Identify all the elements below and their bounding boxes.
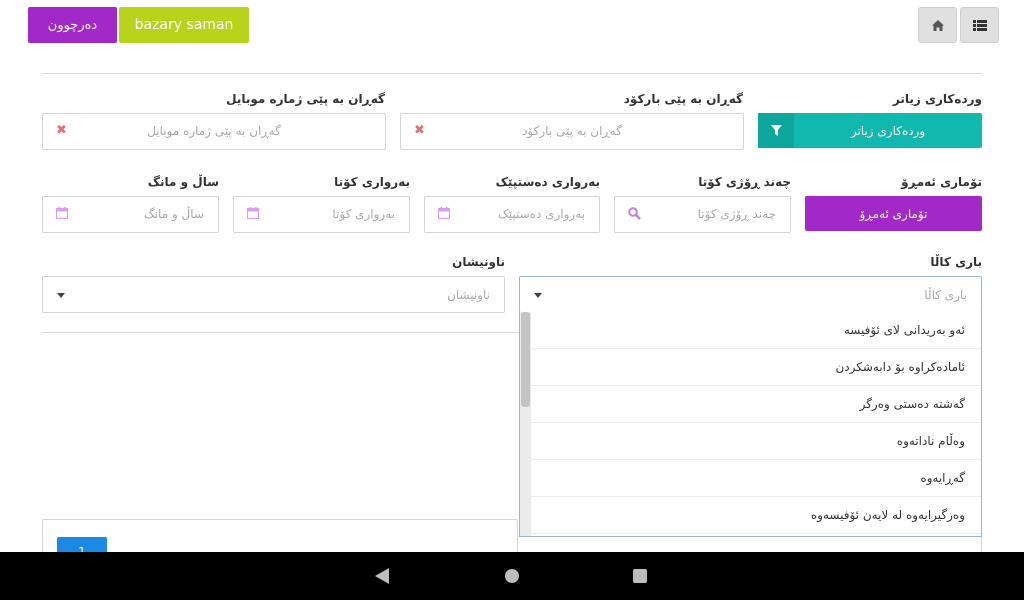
end-date-label: بەرواری کۆتا bbox=[334, 175, 410, 189]
list-icon bbox=[972, 19, 987, 31]
year-month-label: ساڵ و مانگ bbox=[147, 175, 219, 189]
logout-button[interactable]: دەرچوون bbox=[28, 7, 117, 43]
end-date-placeholder: بەرواری کۆتا bbox=[332, 207, 395, 221]
address-placeholder: ناونیشان bbox=[447, 288, 490, 302]
dropdown-option[interactable]: وەرگیرایەوە لە لایەن ئۆفیسەوە bbox=[531, 497, 981, 534]
year-month-input[interactable]: ساڵ و مانگ bbox=[42, 196, 219, 233]
brand-button[interactable]: bazary saman bbox=[119, 7, 249, 43]
page: دەرچوون bazary saman وردەکاری زیاتر گەڕا… bbox=[0, 0, 1024, 552]
divider bbox=[42, 73, 982, 74]
chevron-down-icon bbox=[57, 293, 65, 298]
end-date-input[interactable]: بەرواری کۆتا bbox=[233, 196, 410, 233]
mobile-search-label: گەڕان بە پێی ژمارە موبایل bbox=[226, 92, 385, 106]
mobile-search-input[interactable]: ✖ گەڕان بە پێی ژمارە موبایل bbox=[42, 113, 386, 150]
scrollbar-thumb[interactable] bbox=[521, 312, 530, 407]
start-date-input[interactable]: بەرواری دەستپێک bbox=[424, 196, 600, 233]
last-days-label: چەند ڕۆژی کۆتا bbox=[698, 175, 791, 189]
last-days-input[interactable]: چەند ڕۆژی کۆتا bbox=[614, 196, 791, 233]
chevron-down-icon bbox=[534, 293, 542, 298]
calendar-icon bbox=[55, 207, 69, 223]
scrollbar-track[interactable] bbox=[520, 312, 531, 536]
more-filters-button-label: وردەکاری زیاتر bbox=[850, 123, 926, 138]
item-status-placeholder: باری کاڵا bbox=[924, 288, 967, 302]
mobile-search-placeholder: گەڕان بە پێی ژمارە موبایل bbox=[147, 124, 281, 138]
address-label: ناونیشان bbox=[452, 255, 505, 269]
today-archive-label: تۆماری ئەمڕۆ bbox=[901, 175, 982, 189]
back-icon[interactable] bbox=[375, 568, 389, 584]
results-table bbox=[42, 519, 518, 552]
dropdown-option[interactable]: گەڕایەوە bbox=[531, 460, 981, 497]
item-status-select[interactable]: باری کاڵا bbox=[519, 276, 982, 313]
barcode-search-input[interactable]: ✖ گەڕان بە پێی بارکۆد bbox=[400, 113, 744, 150]
start-date-label: بەرواری دەستپێک bbox=[495, 175, 600, 189]
home-circle-icon[interactable] bbox=[505, 569, 519, 583]
start-date-placeholder: بەرواری دەستپێک bbox=[498, 207, 585, 221]
year-month-placeholder: ساڵ و مانگ bbox=[143, 207, 204, 221]
more-filters-button[interactable]: وردەکاری زیاتر bbox=[758, 113, 982, 148]
recent-apps-icon[interactable] bbox=[633, 569, 647, 583]
home-button[interactable] bbox=[918, 7, 957, 43]
divider bbox=[42, 332, 519, 333]
today-archive-button[interactable]: تۆماری ئەمڕۆ bbox=[805, 196, 982, 231]
last-days-placeholder: چەند ڕۆژی کۆتا bbox=[697, 207, 776, 221]
home-icon bbox=[931, 19, 944, 31]
table-edge bbox=[981, 537, 982, 552]
dropdown-option[interactable]: گەشتە دەستی وەرگر bbox=[531, 386, 981, 423]
dropdown-option[interactable]: ئەو بەریدانی لای ئۆفیسە bbox=[531, 312, 981, 349]
barcode-search-label: گەڕان بە پێی بارکۆد bbox=[623, 92, 743, 106]
calendar-icon bbox=[437, 207, 451, 223]
filter-icon bbox=[758, 113, 794, 148]
pagination-page-button[interactable]: 1 bbox=[57, 537, 107, 552]
dropdown-option[interactable]: ئامادەکراوە بۆ دابەشکردن bbox=[531, 349, 981, 386]
more-filters-label: وردەکاری زیاتر bbox=[892, 92, 982, 106]
barcode-search-placeholder: گەڕان بە پێی بارکۆد bbox=[522, 124, 622, 138]
menu-toggle-button[interactable] bbox=[960, 7, 999, 43]
address-select[interactable]: ناونیشان bbox=[42, 276, 505, 313]
item-status-label: باری کاڵا bbox=[930, 255, 982, 269]
system-navigation-bar bbox=[0, 552, 1024, 600]
search-icon bbox=[628, 207, 641, 224]
dropdown-option[interactable]: وەڵام ناداتەوە bbox=[531, 423, 981, 460]
item-status-dropdown: ئەو بەریدانی لای ئۆفیسە ئامادەکراوە بۆ د… bbox=[519, 312, 982, 537]
calendar-icon bbox=[246, 207, 260, 223]
